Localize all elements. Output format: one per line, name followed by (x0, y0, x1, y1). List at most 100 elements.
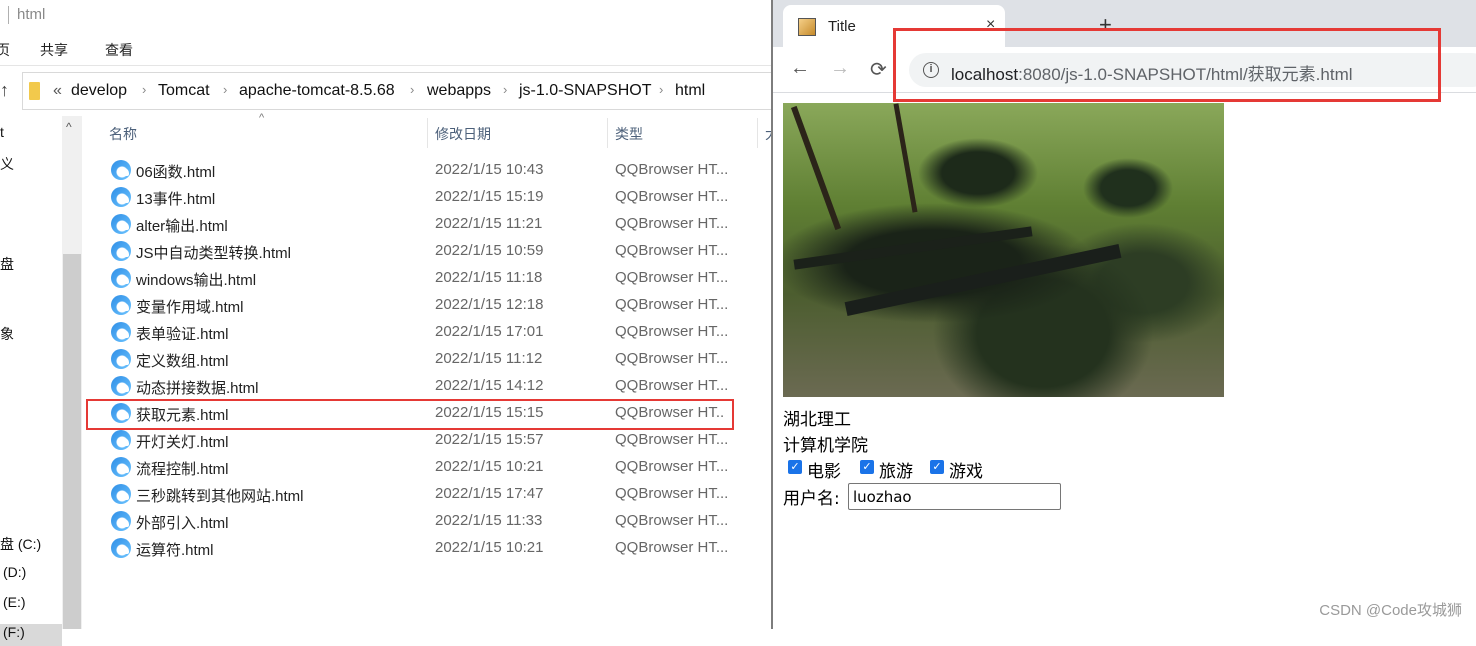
file-type: QQBrowser HT... (615, 242, 729, 259)
qqbrowser-file-icon (111, 322, 131, 342)
scrollbar-thumb[interactable] (63, 254, 81, 629)
chevron-right-icon[interactable]: › (503, 82, 507, 97)
photo-detail (793, 226, 1033, 270)
file-name: 外部引入.html (136, 515, 229, 532)
forward-icon[interactable]: → (830, 57, 850, 80)
up-arrow-icon[interactable]: ↑ (0, 80, 9, 101)
file-type: QQBrowser HT... (615, 269, 729, 286)
file-name: 变量作用域.html (136, 299, 244, 316)
nav-item[interactable]: 盘 (0, 254, 14, 274)
column-divider[interactable] (757, 118, 758, 148)
checkbox-movie[interactable]: ✓ (788, 460, 802, 474)
file-explorer-window: html 页 共享 查看 ↑ « develop › Tomcat › apac… (0, 0, 782, 646)
chevron-right-icon[interactable]: › (142, 82, 146, 97)
ribbon-tab-share[interactable]: 共享 (40, 40, 68, 60)
file-date: 2022/1/15 10:43 (435, 161, 544, 178)
nav-item[interactable]: 义 (0, 154, 14, 174)
file-row[interactable]: windows输出.html 2022/1/15 11:18 QQBrowser H… (100, 265, 750, 292)
file-type: QQBrowser HT... (615, 323, 729, 340)
file-type: QQBrowser HT... (615, 485, 729, 502)
breadcrumb-webapps[interactable]: webapps (427, 82, 491, 100)
file-date: 2022/1/15 10:21 (435, 539, 544, 556)
file-date: 2022/1/15 11:21 (435, 215, 543, 232)
checkbox-label-movie: 电影 (807, 462, 841, 482)
file-row[interactable]: JS中自动类型转换.html 2022/1/15 10:59 QQBrowser H… (100, 238, 750, 265)
photo-detail (790, 105, 842, 231)
column-divider[interactable] (607, 118, 608, 148)
file-name: 13事件.html (136, 191, 216, 208)
file-row[interactable]: 定义数组.html 2022/1/15 11:12 QQBrowser HT... (100, 346, 750, 373)
file-date: 2022/1/15 10:59 (435, 242, 544, 259)
file-row[interactable]: alter输出.html 2022/1/15 11:21 QQBrowser HT.… (100, 211, 750, 238)
chevron-right-icon[interactable]: › (410, 82, 414, 97)
qqbrowser-file-icon (111, 430, 131, 450)
nav-item-drive-c[interactable]: 盘 (C:) (0, 534, 41, 554)
ribbon-tab-home[interactable]: 页 (0, 40, 10, 60)
nav-item-drive-e[interactable]: (E:) (3, 594, 26, 610)
column-divider[interactable] (427, 118, 428, 148)
file-date: 2022/1/15 11:33 (435, 512, 543, 529)
breadcrumb-apache-tomcat[interactable]: apache-tomcat-8.5.68 (239, 82, 395, 100)
checkbox-travel[interactable]: ✓ (860, 460, 874, 474)
nav-item[interactable]: 象 (0, 324, 14, 344)
explorer-title-bar: html (0, 0, 772, 32)
nav-item-drive-f[interactable]: (F:) (3, 624, 25, 640)
file-date: 2022/1/15 12:18 (435, 296, 544, 313)
nav-scrollbar[interactable]: ^ (62, 116, 82, 629)
file-row[interactable]: 变量作用域.html 2022/1/15 12:18 QQBrowser HT... (100, 292, 750, 319)
column-header-type[interactable]: 类型 (615, 124, 643, 144)
ribbon-tab-view[interactable]: 查看 (105, 40, 133, 60)
file-row[interactable]: 开灯关灯.html 2022/1/15 15:57 QQBrowser HT... (100, 427, 750, 454)
soldiers-photo (783, 103, 1224, 397)
file-row[interactable]: 06函数.html 2022/1/15 10:43 QQBrowser HT... (100, 157, 750, 184)
column-header-date[interactable]: 修改日期 (435, 124, 491, 144)
checkbox-label-travel: 旅游 (879, 462, 913, 482)
file-date: 2022/1/15 15:57 (435, 431, 544, 448)
file-row[interactable]: 动态拼接数据.html 2022/1/15 14:12 QQBrowser HT..… (100, 373, 750, 400)
file-row[interactable]: 流程控制.html 2022/1/15 10:21 QQBrowser HT... (100, 454, 750, 481)
address-bar[interactable]: « develop › Tomcat › apache-tomcat-8.5.6… (22, 72, 782, 110)
breadcrumb-overflow[interactable]: « (53, 82, 62, 100)
navigation-pane: t 义 盘 象 盘 (C:) (D:) (E:) (F:) (0, 116, 62, 646)
highlight-box-file (86, 399, 734, 430)
file-type: QQBrowser HT... (615, 431, 729, 448)
reload-icon[interactable]: ⟳ (870, 57, 887, 82)
file-name: 表单验证.html (136, 326, 229, 343)
breadcrumb-js-snapshot[interactable]: js-1.0-SNAPSHOT (519, 82, 651, 100)
qqbrowser-file-icon (111, 295, 131, 315)
back-icon[interactable]: ← (790, 57, 810, 80)
file-row[interactable]: 三秒跳转到其他网站.html 2022/1/15 17:47 QQBrowser H… (100, 481, 750, 508)
column-header-name[interactable]: 名称 (109, 124, 137, 144)
file-row[interactable]: 运算符.html 2022/1/15 10:21 QQBrowser HT... (100, 535, 750, 562)
breadcrumb-develop[interactable]: develop (71, 82, 127, 100)
file-date: 2022/1/15 11:18 (435, 269, 543, 286)
file-row[interactable]: 外部引入.html 2022/1/15 11:33 QQBrowser HT... (100, 508, 750, 535)
file-type: QQBrowser HT... (615, 188, 729, 205)
chevron-right-icon[interactable]: › (223, 82, 227, 97)
tab-title: Title (828, 18, 856, 35)
breadcrumb-html[interactable]: html (675, 82, 705, 100)
file-name: 三秒跳转到其他网站.html (136, 488, 304, 505)
nav-item[interactable]: t (0, 124, 4, 140)
nav-item-drive-d[interactable]: (D:) (3, 564, 26, 580)
file-date: 2022/1/15 15:19 (435, 188, 544, 205)
file-name: 动态拼接数据.html (136, 380, 259, 397)
file-name: JS中自动类型转换.html (136, 245, 292, 262)
folder-icon (29, 82, 40, 100)
scroll-up-icon[interactable]: ^ (66, 120, 72, 134)
file-row[interactable]: 13事件.html 2022/1/15 15:19 QQBrowser HT... (100, 184, 750, 211)
file-row[interactable]: 表单验证.html 2022/1/15 17:01 QQBrowser HT... (100, 319, 750, 346)
username-input[interactable] (848, 483, 1061, 510)
file-list: 06函数.html 2022/1/15 10:43 QQBrowser HT... 1… (100, 157, 750, 562)
qqbrowser-file-icon (111, 511, 131, 531)
breadcrumb-tomcat[interactable]: Tomcat (158, 82, 210, 100)
file-type: QQBrowser HT... (615, 296, 729, 313)
file-date: 2022/1/15 17:01 (435, 323, 544, 340)
tomcat-favicon-icon (798, 18, 816, 36)
ribbon-tabs: 页 共享 查看 (0, 32, 772, 66)
chevron-right-icon[interactable]: › (659, 82, 663, 97)
file-date: 2022/1/15 10:21 (435, 458, 544, 475)
qqbrowser-file-icon (111, 349, 131, 369)
qqbrowser-file-icon (111, 457, 131, 477)
checkbox-games[interactable]: ✓ (930, 460, 944, 474)
